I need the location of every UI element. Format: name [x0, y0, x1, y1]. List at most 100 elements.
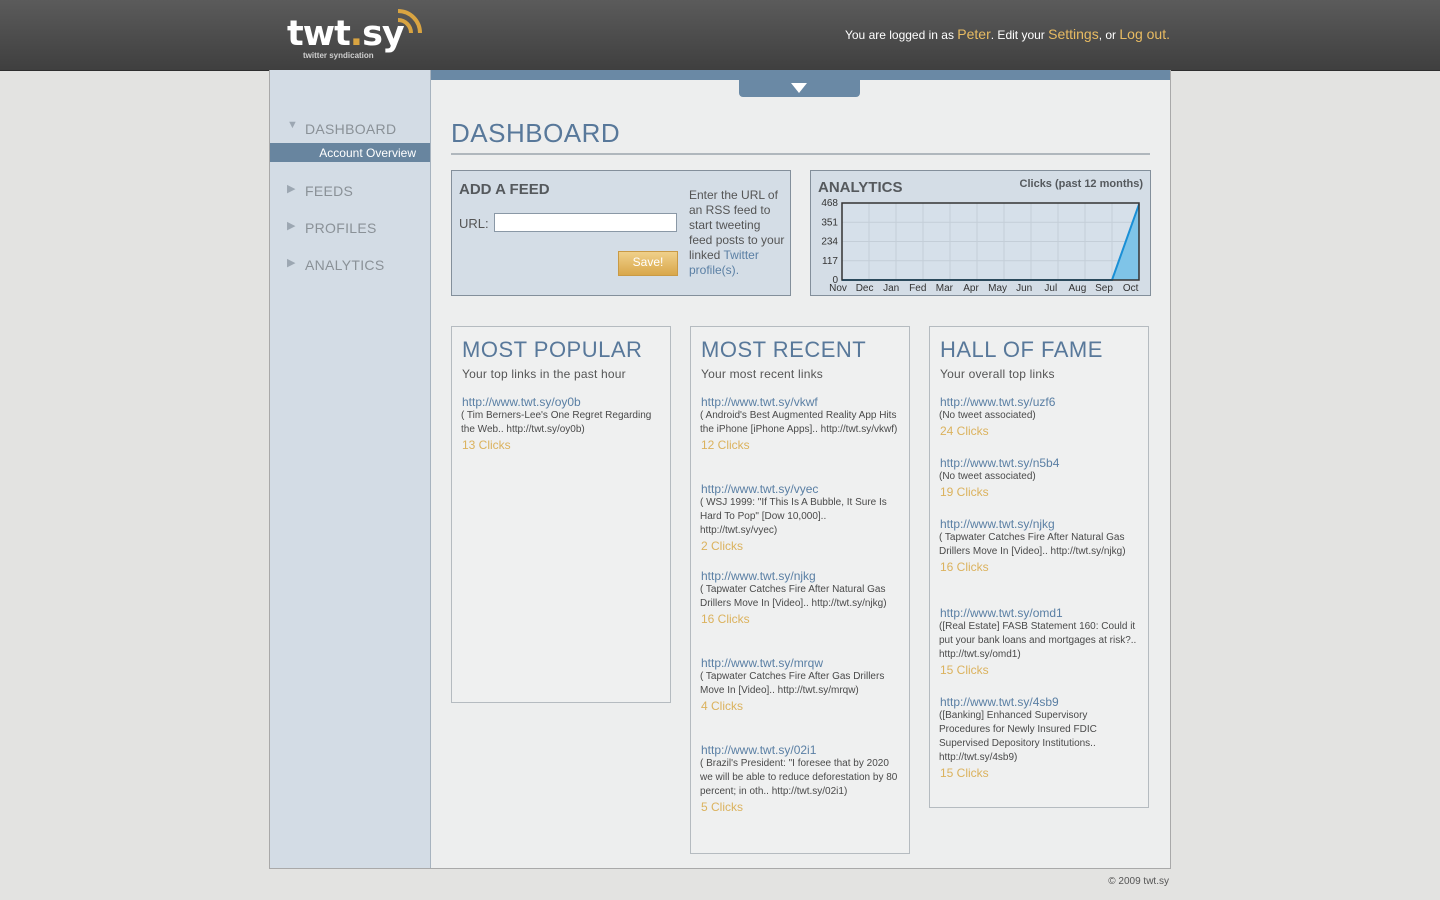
sidebar-item-label: PROFILES [305, 220, 377, 236]
chevron-down-icon: ▼ [287, 119, 298, 131]
most-recent-subtitle: Your most recent links [701, 367, 824, 381]
link-description: ( Tapwater Catches Fire After Natural Ga… [700, 584, 887, 609]
sidebar: ▼ DASHBOARD Account Overview ▶ FEEDS ▶ P… [270, 70, 431, 868]
click-count: 15 Clicks [940, 766, 989, 780]
add-feed-title: ADD A FEED [459, 181, 550, 198]
most-popular-panel: MOST POPULAR Your top links in the past … [451, 326, 671, 703]
y-tick-label: 351 [821, 217, 838, 228]
link-description: ( Tapwater Catches Fire After Natural Ga… [939, 532, 1126, 557]
clicks-chart: 0117234351468Nov Dec Jan Fed Mar Apr May Jun Jul… [821, 198, 1140, 294]
hall-of-fame-subtitle: Your overall top links [940, 367, 1055, 381]
link-url[interactable]: http://www.twt.sy/omd1 [940, 606, 1140, 620]
subitem-label: Account Overview [319, 146, 416, 160]
x-tick-label: Sep [1095, 283, 1113, 294]
y-tick-label: 234 [821, 237, 838, 248]
collapse-toggle[interactable] [739, 80, 860, 97]
click-count: 19 Clicks [940, 485, 989, 499]
sidebar-item-label: DASHBOARD [305, 121, 397, 137]
top-bar: twt.sy twitter syndication You are logge… [0, 0, 1440, 71]
x-tick-label: Mar [936, 283, 954, 294]
list-item: http://www.twt.sy/mrqw ( Tapwater Catche… [700, 656, 901, 714]
most-popular-subtitle: Your top links in the past hour [462, 367, 626, 381]
link-description: (No tweet associated) [939, 410, 1036, 421]
chevron-right-icon: ▶ [287, 220, 296, 232]
list-item: http://www.twt.sy/oy0b ( Tim Berners-Lee… [461, 395, 662, 453]
save-button[interactable]: Save! [618, 251, 678, 276]
settings-link[interactable]: Settings [1048, 26, 1099, 42]
most-popular-title: MOST POPULAR [462, 337, 643, 362]
list-item: http://www.twt.sy/02i1 ( Brazil's Presid… [700, 743, 901, 815]
list-item: http://www.twt.sy/4sb9 ([Banking] Enhanc… [939, 695, 1140, 781]
link-url[interactable]: http://www.twt.sy/vkwf [701, 395, 901, 409]
feed-url-input[interactable] [494, 213, 677, 232]
triangle-down-icon [791, 83, 807, 93]
rss-waves-icon [397, 9, 422, 34]
user-bar: You are logged in as Peter. Edit your Se… [845, 24, 1170, 45]
sidebar-subitem-account-overview[interactable]: Account Overview [270, 143, 430, 162]
add-feed-panel: ADD A FEED URL: Save! Enter the URL of a… [451, 170, 791, 296]
link-url[interactable]: http://www.twt.sy/02i1 [701, 743, 901, 757]
link-description: (No tweet associated) [939, 471, 1036, 482]
footer-copyright: © 2009 twt.sy [1108, 876, 1169, 887]
x-tick-label: May [988, 283, 1007, 294]
link-url[interactable]: http://www.twt.sy/vyec [701, 482, 901, 496]
hall-of-fame-title: HALL OF FAME [940, 337, 1103, 362]
edit-text: . Edit your [990, 28, 1049, 42]
content-frame: ▼ DASHBOARD Account Overview ▶ FEEDS ▶ P… [269, 70, 1171, 869]
link-url[interactable]: http://www.twt.sy/4sb9 [940, 695, 1140, 709]
most-recent-title: MOST RECENT [701, 337, 867, 362]
click-count: 4 Clicks [701, 699, 744, 713]
click-count: 15 Clicks [940, 663, 989, 677]
user-link[interactable]: Peter [957, 26, 990, 42]
list-item: http://www.twt.sy/uzf6 (No tweet associa… [939, 395, 1140, 439]
link-description: ( Brazil's President: "I foresee that by… [700, 758, 898, 797]
link-description: ([Real Estate] FASB Statement 160: Could… [939, 621, 1137, 660]
y-tick-label: 117 [822, 256, 838, 267]
click-count: 12 Clicks [701, 438, 750, 452]
feed-help-text: Enter the URL of an RSS feed to start tw… [689, 188, 785, 277]
x-tick-label: Jun [1016, 283, 1032, 294]
logged-in-text: You are logged in as [844, 28, 958, 42]
logo-text: twt.sy [287, 14, 405, 54]
click-count: 16 Clicks [940, 560, 989, 574]
url-label: URL: [459, 216, 489, 231]
link-description: ( Android's Best Augmented Reality App H… [700, 410, 898, 435]
link-url[interactable]: http://www.twt.sy/njkg [940, 517, 1140, 531]
title-divider [451, 153, 1150, 155]
link-description: ([Banking] Enhanced Supervisory Procedur… [939, 710, 1097, 763]
page-title: DASHBOARD [451, 118, 621, 148]
x-tick-label: Jul [1044, 283, 1057, 294]
click-count: 2 Clicks [701, 539, 744, 553]
x-tick-label: Jan [883, 283, 899, 294]
click-count: 13 Clicks [462, 438, 511, 452]
main-top-bar [431, 70, 1170, 80]
logo[interactable]: twt.sy twitter syndication [287, 9, 427, 64]
sidebar-item-label: ANALYTICS [305, 257, 385, 273]
link-description: ( Tim Berners-Lee's One Regret Regarding… [461, 410, 652, 435]
list-item: http://www.twt.sy/njkg ( Tapwater Catche… [700, 569, 901, 627]
analytics-panel: ANALYTICS Clicks (past 12 months) 0 117 23… [810, 170, 1151, 296]
link-url[interactable]: http://www.twt.sy/oy0b [462, 395, 662, 409]
sidebar-item-label: FEEDS [305, 183, 354, 199]
x-tick-label: Fed [909, 283, 926, 294]
x-tick-label: Dec [856, 283, 874, 294]
link-description: ( WSJ 1999: "If This Is A Bubble, It Sur… [700, 497, 887, 536]
list-item: http://www.twt.sy/vyec ( WSJ 1999: "If T… [700, 482, 901, 554]
list-item: http://www.twt.sy/omd1 ([Real Estate] FA… [939, 606, 1140, 678]
x-tick-label: Aug [1069, 283, 1087, 294]
chevron-right-icon: ▶ [287, 257, 296, 269]
most-recent-panel: MOST RECENT Your most recent links http:… [690, 326, 910, 854]
x-tick-label: Apr [963, 283, 979, 294]
link-url[interactable]: http://www.twt.sy/njkg [701, 569, 901, 583]
logout-link[interactable]: Log out [1119, 26, 1166, 42]
link-url[interactable]: http://www.twt.sy/n5b4 [940, 456, 1140, 470]
link-description: ( Tapwater Catches Fire After Gas Drille… [700, 671, 885, 696]
link-url[interactable]: http://www.twt.sy/uzf6 [940, 395, 1140, 409]
x-tick-label: Oct [1123, 283, 1139, 294]
click-count: 5 Clicks [701, 800, 744, 814]
list-item: http://www.twt.sy/njkg ( Tapwater Catche… [939, 517, 1140, 575]
hall-of-fame-panel: HALL OF FAME Your overall top links http… [929, 326, 1149, 808]
x-tick-label: Nov [829, 283, 847, 294]
click-count: 24 Clicks [940, 424, 989, 438]
link-url[interactable]: http://www.twt.sy/mrqw [701, 656, 901, 670]
